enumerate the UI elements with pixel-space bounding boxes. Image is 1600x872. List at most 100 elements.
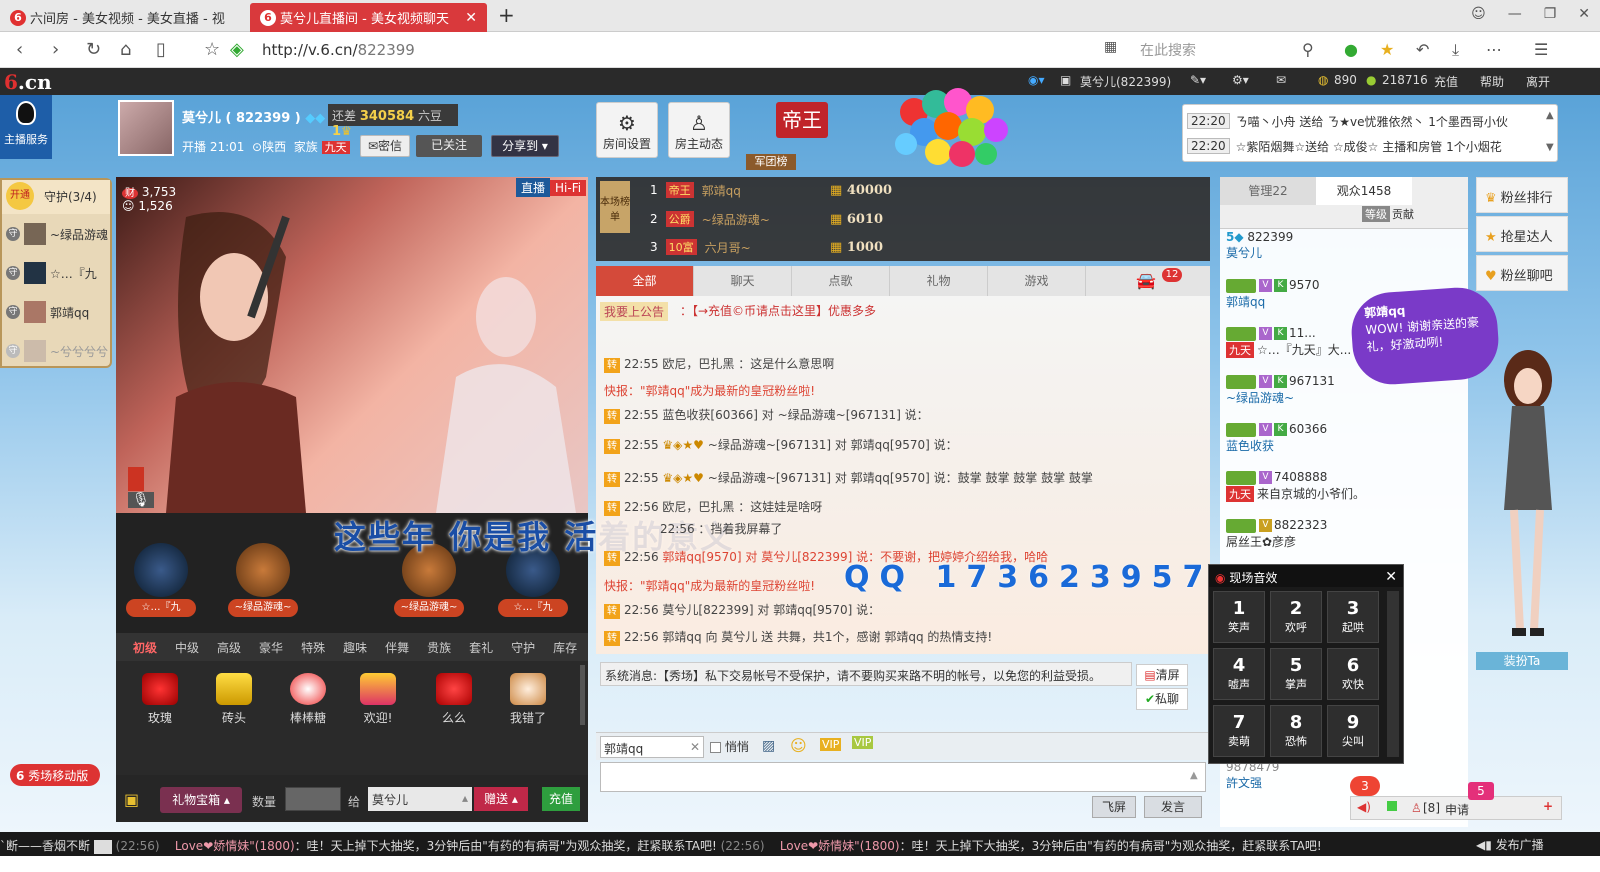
apply-link[interactable]: 申请 [1445,801,1469,818]
family-badge[interactable]: 九天 [321,141,350,154]
shield-icon[interactable]: ◉▾ [1028,73,1045,87]
close-icon[interactable]: ✕ [1385,569,1397,585]
search-icon[interactable]: ⚲ [1302,40,1314,59]
browser-tab-active[interactable]: 6 莫兮儿直播间 - 美女视频聊天 ✕ [250,3,487,32]
chat-tab[interactable]: 聊天 [694,266,792,296]
nav-avatar[interactable]: ▣ [1060,73,1071,87]
sfx-key[interactable]: 8 恐怖 [1270,705,1322,757]
image-icon[interactable]: ▨ [762,738,775,754]
mail-icon[interactable]: ✉ [1276,73,1286,87]
mobile-version-link[interactable]: 6 秀场移动版 [10,764,100,786]
fly-screen-button[interactable]: 飞屏 [1092,796,1136,818]
add-icon[interactable]: + [1543,799,1553,813]
guardian-item[interactable]: 守 ☆…『九 [6,259,97,287]
download-icon[interactable]: ⤓ [1452,40,1459,60]
user-list-item[interactable]: 9878479 許文强 [1226,760,1279,791]
send-message-button[interactable]: 发言 [1144,796,1202,818]
sfx-key[interactable]: 2 欢呼 [1270,591,1322,643]
fan-seat[interactable]: ~绿品游魂~ [226,543,300,623]
gift-item[interactable]: 我错了 [498,673,558,726]
chat-tab[interactable]: 礼物 [890,266,988,296]
clear-target-icon[interactable]: ✕ [690,740,700,754]
chat-tab[interactable]: 点歌 [792,266,890,296]
open-guardian-button[interactable]: 开通 [6,182,34,210]
recipient-select[interactable]: 莫兮儿 ▴ [368,787,472,811]
army-list-link[interactable]: 军团榜 [746,154,796,170]
gift-item[interactable]: 棒棒糖 [278,673,338,726]
private-message-button[interactable]: ✉密信 [360,135,410,157]
give-button[interactable]: 赠送 ▴ [474,787,528,811]
hifi-tag[interactable]: Hi-Fi [550,180,587,196]
speaker-icon[interactable]: ◀) [1357,800,1371,814]
fan-ranking-link[interactable]: ♛ 粉丝排行 [1476,177,1568,213]
back-icon[interactable]: ‹ [16,39,23,60]
gift-tab[interactable]: 贵族 [418,639,460,656]
star-grabber-link[interactable]: ★ 抢星达人 [1476,216,1568,252]
refresh-icon[interactable]: ↻ [86,39,101,60]
guardian-item[interactable]: 守 ~兮兮兮兮 [6,337,108,365]
sfx-key[interactable]: 5 掌声 [1270,648,1322,700]
recharge-button[interactable]: 充值 [542,787,580,811]
sort-by-level[interactable]: 等级 [1362,206,1390,222]
gift-tab[interactable]: 初级 [124,639,166,656]
gift-tab[interactable]: 趣味 [334,639,376,656]
sfx-key[interactable]: 9 尖叫 [1327,705,1379,757]
user-list-item[interactable]: V 7408888 九天 来自京城的小爷们。 [1226,470,1365,502]
ranking-badge[interactable]: 本场榜单 [600,181,630,233]
gift-item[interactable]: 砖头 [204,673,264,726]
gift-tab[interactable]: 特殊 [292,639,334,656]
nav-help-link[interactable]: 帮助 [1480,73,1504,90]
user-icon[interactable]: ☺ [1471,6,1486,22]
close-window-icon[interactable]: ✕ [1578,6,1590,22]
gift-tab[interactable]: 套礼 [460,639,502,656]
car-icon[interactable]: 🚘 [1086,266,1206,296]
restore-icon[interactable]: ❐ [1544,6,1557,22]
sfx-key[interactable]: 4 嘘声 [1213,648,1265,700]
room-settings-button[interactable]: ⚙ 房间设置 [596,102,658,158]
settings-icon[interactable]: ⚙▾ [1232,73,1249,87]
sfx-key[interactable]: 6 欢快 [1327,648,1379,700]
chat-tab[interactable]: 游戏 [988,266,1086,296]
edit-icon[interactable]: ✎▾ [1190,73,1206,87]
new-tab-button[interactable]: + [498,3,515,27]
url-field[interactable]: http://v.6.cn/822399 [262,41,415,59]
guardian-item[interactable]: 守 ~绿品游魂 [6,220,108,248]
gift-item[interactable]: 玫瑰 [130,673,190,726]
home-icon[interactable]: ⌂ [120,39,131,60]
menu-icon[interactable]: ☰ [1534,40,1548,59]
bookmark-star-icon[interactable]: ☆ [204,39,220,60]
sfx-key[interactable]: 7 卖萌 [1213,705,1265,757]
sfx-key[interactable]: 3 起哄 [1327,591,1379,643]
chat-input[interactable] [600,762,1206,792]
more-icon[interactable]: ⋯ [1486,40,1502,59]
gift-tab[interactable]: 中级 [166,639,208,656]
announce-text[interactable]: ：【→充值©币请点击这里】优惠多多 [680,302,876,319]
gift-tab[interactable]: 高级 [208,639,250,656]
chat-target-field[interactable]: 郭靖qq ✕ [600,736,704,758]
close-tab-icon[interactable]: ✕ [465,10,477,26]
browser-tab[interactable]: 6 六间房 - 美女视频 - 美女直播 - 视 [0,3,248,32]
whisper-checkbox[interactable]: 悄悄 [710,738,749,755]
emoji-icon[interactable]: ☺ [790,736,807,755]
gift-tab[interactable]: 守护 [502,639,544,656]
fan-seat[interactable]: ☆…『九 [124,543,198,623]
site-logo[interactable]: 6.cn [4,70,52,94]
follow-button[interactable]: 已关注 [416,135,482,157]
sfx-scrollbar[interactable] [1387,591,1399,757]
emperor-badge[interactable]: 帝王 [776,102,828,138]
guardian-item[interactable]: 守郭靖qq [6,298,89,326]
share-button[interactable]: 分享到 ▾ [491,135,559,157]
undo-icon[interactable]: ↶ [1416,40,1429,59]
publish-broadcast-button[interactable]: ◀▮ 发布广播 [1476,836,1544,853]
ranking-row[interactable]: 3 10富 六月哥~ ▦ 1000 [650,234,883,260]
gift-item[interactable]: 欢迎! [348,673,408,726]
fan-chat-link[interactable]: ♥ 粉丝聊吧 [1476,255,1568,291]
forward-icon[interactable]: › [52,39,59,60]
vip-face-icon[interactable]: VIP [852,736,874,749]
user-list-item[interactable]: V K 60366 蓝色收获 [1226,422,1327,454]
dress-up-button[interactable]: 装扮Ta [1476,652,1568,670]
announce-button[interactable]: 我要上公告 [600,302,669,321]
search-input[interactable]: 在此搜索 [1140,40,1196,60]
user-list-item[interactable]: V 8822323 屌丝王✿彦彦 [1226,518,1327,550]
gift-scrollbar[interactable] [580,665,585,725]
